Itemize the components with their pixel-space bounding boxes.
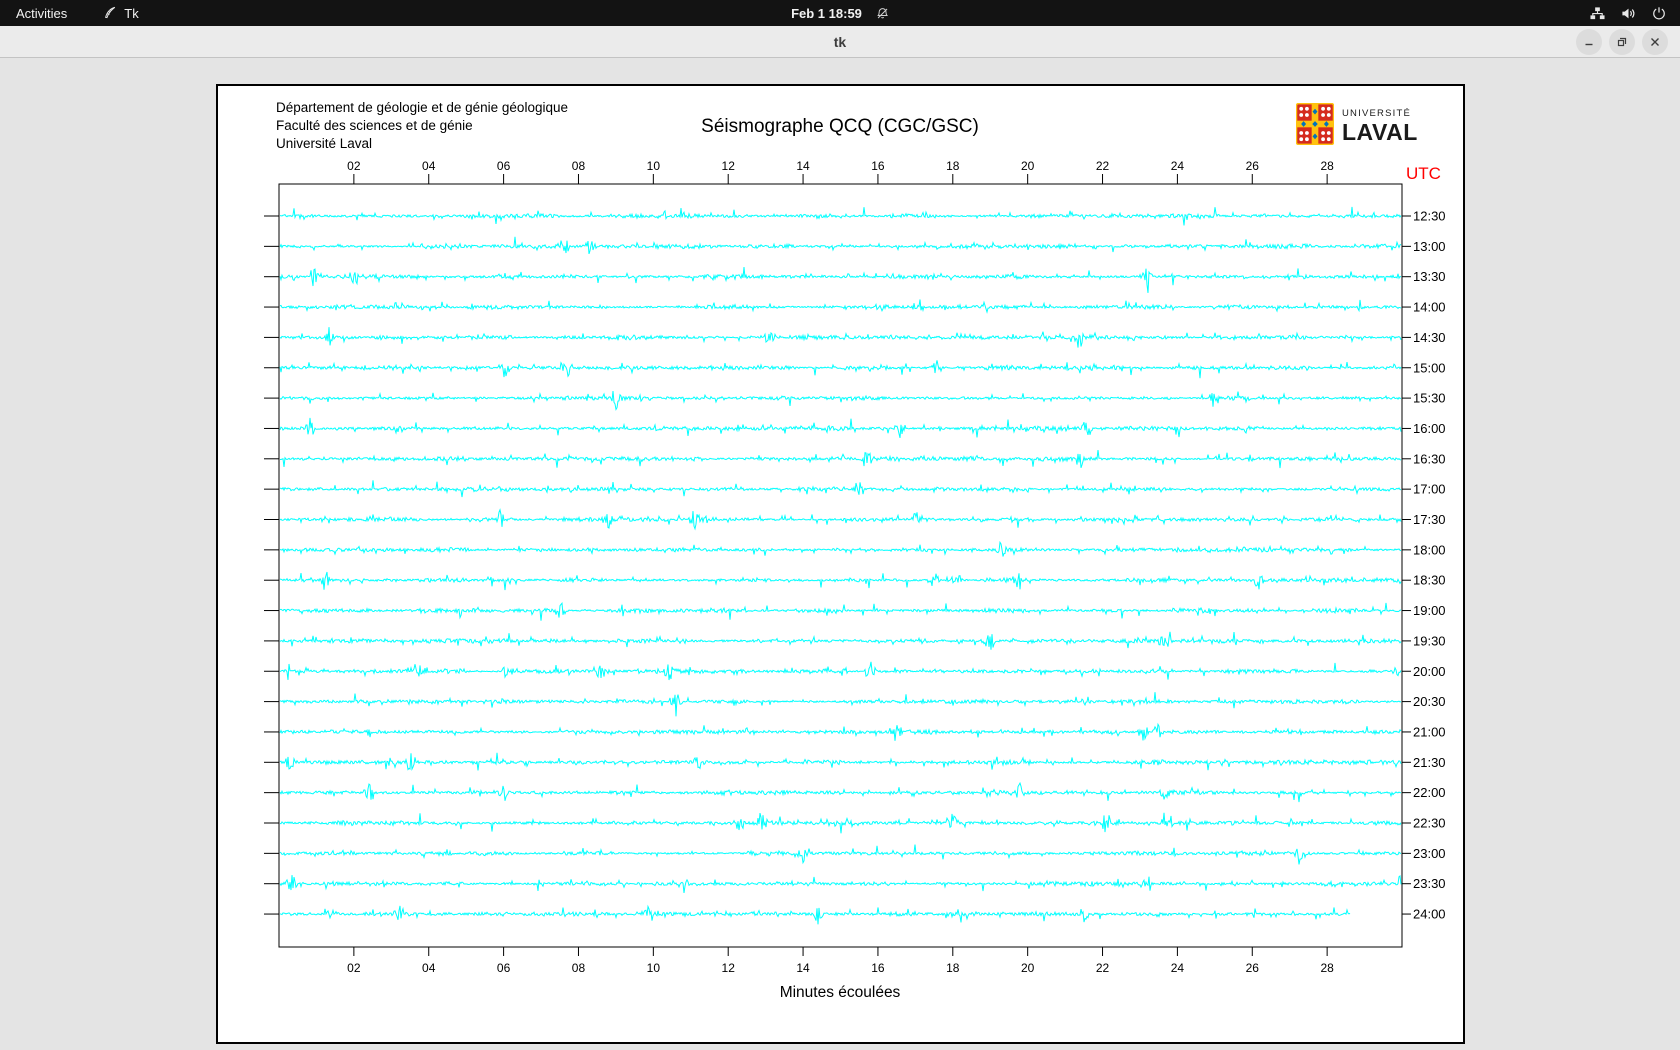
tk-feather-icon [103,6,117,20]
x-tick-label-top: 26 [1246,159,1260,173]
activities-button[interactable]: Activities [16,6,67,21]
seismo-trace [279,601,1402,621]
power-icon [1652,6,1666,20]
x-tick-label-bottom: 10 [647,961,661,975]
network-icon [1590,6,1605,21]
utc-time-label: 17:30 [1413,512,1446,527]
seismo-trace [279,508,1402,531]
x-tick-label-bottom: 16 [871,961,885,975]
x-tick-label-bottom: 20 [1021,961,1035,975]
x-tick-label-bottom: 08 [572,961,586,975]
x-tick-label-top: 12 [722,159,736,173]
seismo-trace [279,540,1402,557]
utc-time-label: 12:30 [1413,209,1446,224]
x-tick-label-bottom: 02 [347,961,361,975]
utc-time-label: 21:30 [1413,755,1446,770]
seismo-trace [279,781,1402,803]
window-title: tk [833,33,847,50]
clock-label: Feb 1 18:59 [791,5,862,21]
x-tick-label-top: 24 [1171,159,1185,173]
utc-time-label: 18:00 [1413,542,1446,557]
utc-time-label: 16:00 [1413,421,1446,436]
seismogram-svg: 02 02 04 04 06 06 08 08 10 10 12 12 14 14 16 16 18 18 20 20… [264,159,1446,975]
x-tick-label-top: 14 [796,159,810,173]
window-titlebar[interactable]: tk [0,26,1680,58]
x-tick-label-top: 06 [497,159,511,173]
x-axis-label: Minutes écoulées [779,984,901,1001]
x-tick-label-top: 08 [572,159,586,173]
seismo-trace [279,692,1402,717]
x-tick-label-bottom: 28 [1320,961,1334,975]
seismograph-canvas: Département de géologie et de génie géol… [216,84,1465,1044]
seismo-trace [279,844,1402,865]
seismo-trace [279,722,1402,741]
x-tick-label-top: 20 [1021,159,1035,173]
focused-app-menu[interactable]: Tk [103,5,139,21]
x-tick-label-top: 18 [946,159,960,173]
seismo-trace [279,360,1402,379]
seismo-trace [279,904,1351,925]
seismo-trace [279,267,1402,293]
x-tick-label-top: 16 [871,159,885,173]
volume-icon [1621,6,1636,21]
seismo-trace [279,417,1402,439]
x-tick-label-top: 22 [1096,159,1110,173]
utc-time-label: 15:30 [1413,391,1446,406]
utc-time-label: 20:30 [1413,694,1446,709]
seismo-trace [280,449,1402,469]
seismo-trace [279,875,1402,893]
x-tick-label-bottom: 12 [722,961,736,975]
utc-time-label: 14:00 [1413,300,1446,315]
utc-time-label: 16:30 [1413,451,1446,466]
close-button[interactable] [1642,29,1668,55]
seismo-trace [279,812,1402,834]
utc-time-label: 19:00 [1413,603,1446,618]
utc-time-label: 20:00 [1413,664,1446,679]
x-tick-label-bottom: 06 [497,961,511,975]
utc-time-label: 13:30 [1413,269,1446,284]
utc-time-label: 21:00 [1413,724,1446,739]
clock-menu[interactable]: Feb 1 18:59 [791,6,889,21]
seismo-trace [279,631,1402,650]
restore-button[interactable] [1609,29,1635,55]
x-tick-label-top: 04 [422,159,436,173]
x-tick-label-bottom: 14 [796,961,810,975]
utc-time-label: 18:30 [1413,573,1446,588]
utc-time-label: 22:30 [1413,816,1446,831]
x-tick-label-bottom: 26 [1246,961,1260,975]
top-bar: Activities Tk Feb 1 18:59 [0,0,1680,26]
x-tick-label-top: 28 [1320,159,1334,173]
focused-app-name: Tk [124,5,139,21]
seismo-trace [279,236,1402,255]
seismo-trace [279,661,1402,681]
utc-time-label: 24:00 [1413,907,1446,922]
notifications-off-icon [876,7,889,20]
system-status-area[interactable] [1590,0,1666,26]
x-tick-label-bottom: 18 [946,961,960,975]
seismo-trace [279,480,1402,498]
utc-time-label: 19:30 [1413,633,1446,648]
utc-time-label: 23:30 [1413,876,1446,891]
x-tick-label-bottom: 22 [1096,961,1110,975]
x-tick-label-top: 02 [347,159,361,173]
seismo-trace [279,327,1402,348]
seismogram-plot: 02 02 04 04 06 06 08 08 10 10 12 12 14 14 16 16 18 18 20 20… [218,86,1463,1042]
seismo-trace [279,206,1402,226]
seismo-trace [279,299,1402,314]
utc-time-label: 23:00 [1413,846,1446,861]
window-content: Département de géologie et de génie géol… [0,59,1680,1050]
utc-time-label: 17:00 [1413,482,1446,497]
x-tick-label-bottom: 24 [1171,961,1185,975]
minimize-button[interactable] [1576,29,1602,55]
x-tick-label-bottom: 04 [422,961,436,975]
x-tick-label-top: 10 [647,159,661,173]
utc-time-label: 15:00 [1413,360,1446,375]
seismo-trace [279,390,1402,411]
utc-time-label: 22:00 [1413,785,1446,800]
utc-time-label: 13:00 [1413,239,1446,254]
seismo-trace [279,752,1402,771]
utc-time-label: 14:30 [1413,330,1446,345]
desktop: Activities Tk Feb 1 18:59 tk Département… [0,0,1680,1050]
seismo-trace [279,571,1402,591]
